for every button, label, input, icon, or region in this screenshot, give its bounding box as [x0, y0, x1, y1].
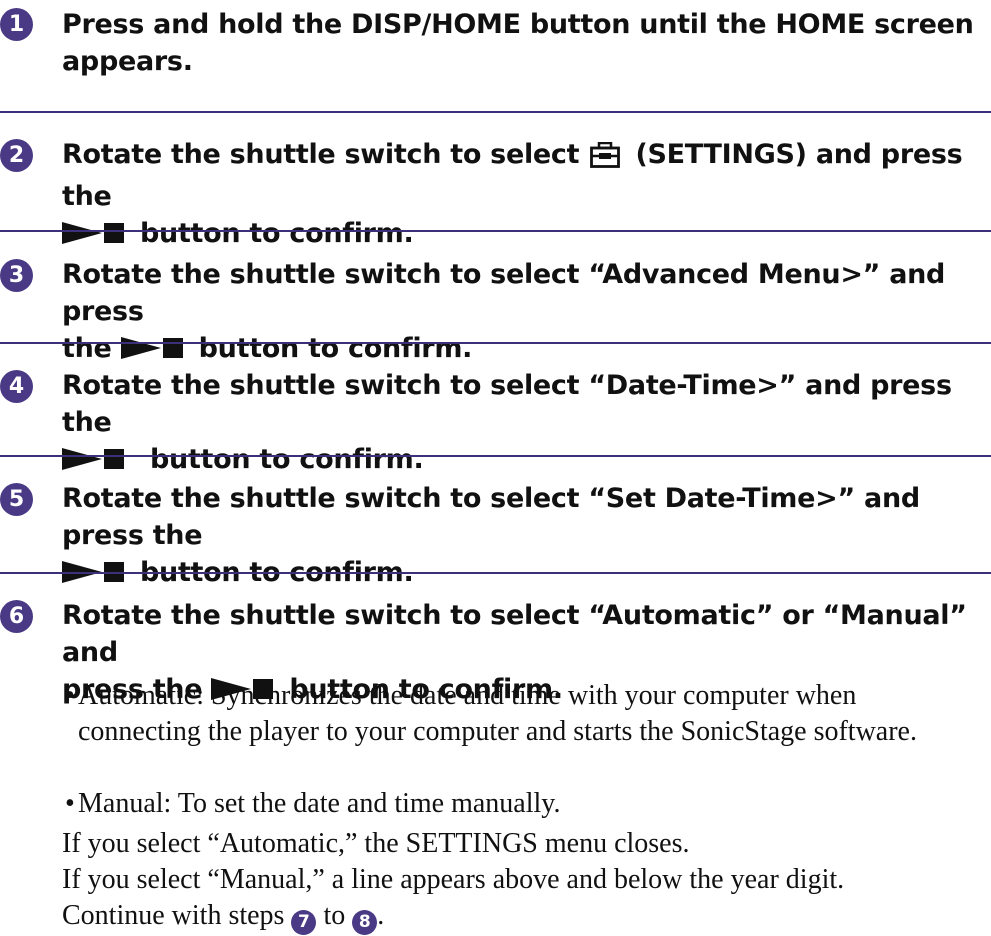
play-icon: [62, 448, 102, 470]
note-continue-after: .: [377, 900, 385, 931]
instruction-page: 1 Press and hold the DISP/HOME button un…: [0, 0, 991, 936]
step-4-line-1: Rotate the shuttle switch to select “Dat…: [62, 370, 952, 438]
step-number-2: 2: [0, 139, 33, 172]
step-2-text: Rotate the shuttle switch to select (SET…: [62, 136, 982, 252]
step-4-line-2-text: button to confirm.: [150, 444, 424, 475]
step-3-line-1: Rotate the shuttle switch to select “Adv…: [62, 259, 946, 327]
divider: [0, 230, 991, 232]
step-1-line-2: appears.: [62, 46, 193, 77]
stop-icon: [104, 449, 124, 469]
divider: [0, 342, 991, 344]
step-3-line-2-before: the: [62, 333, 121, 364]
step-number-5: 5: [0, 483, 33, 516]
step-6-line-1: Rotate the shuttle switch to select “Aut…: [62, 600, 967, 668]
step-number-6: 6: [0, 600, 33, 633]
stop-icon: [162, 338, 183, 358]
note-automatic: If you select “Automatic,” the SETTINGS …: [62, 828, 690, 859]
settings-toolbox-icon: [590, 141, 621, 178]
play-icon: [120, 337, 161, 359]
step-5-line-1: Rotate the shuttle switch to select “Set…: [62, 483, 920, 551]
step-3-line-2: the button to confirm.: [62, 330, 982, 367]
step-1-text: Press and hold the DISP/HOME button unti…: [62, 6, 982, 80]
step-number-1: 1: [0, 8, 33, 41]
step-number-4: 4: [0, 370, 33, 403]
bullet-automatic: • Automatic: Synchronizes the date and t…: [65, 678, 985, 750]
note-manual: If you select “Manual,” a line appears a…: [62, 864, 845, 895]
bullet-text: Manual: To set the date and time manuall…: [78, 788, 561, 819]
divider: [0, 572, 991, 574]
stop-icon: [104, 223, 124, 243]
step-reference-8: 8: [352, 910, 378, 935]
bullet-text: Automatic: Synchronizes the date and tim…: [78, 680, 917, 747]
note-continue: Continue with steps 7 to 8.: [62, 898, 982, 935]
step-2-line-1: Rotate the shuttle switch to select (SET…: [62, 136, 982, 215]
bullet-manual: • Manual: To set the date and time manua…: [65, 786, 985, 822]
step-4-line-2: button to confirm.: [62, 441, 982, 478]
step-2-line-1-before: Rotate the shuttle switch to select: [62, 139, 589, 170]
divider: [0, 111, 991, 113]
note-continue-before: Continue with steps: [62, 900, 292, 931]
step-reference-7: 7: [291, 910, 317, 935]
play-icon: [62, 222, 102, 244]
bullet-dot: •: [65, 788, 75, 819]
step-3-text: Rotate the shuttle switch to select “Adv…: [62, 256, 982, 367]
note-continue-mid: to: [316, 900, 353, 931]
step-2-line-2-text: button to confirm.: [140, 218, 414, 249]
step-4-text: Rotate the shuttle switch to select “Dat…: [62, 367, 982, 478]
step-5-text: Rotate the shuttle switch to select “Set…: [62, 480, 982, 591]
step-2-line-2: button to confirm.: [62, 215, 982, 252]
step-number-3: 3: [0, 259, 33, 292]
bullet-dot: •: [65, 680, 75, 711]
step-3-line-2-text: button to confirm.: [198, 333, 473, 364]
divider: [0, 455, 991, 457]
step-1-line-1: Press and hold the DISP/HOME button unti…: [62, 9, 974, 40]
